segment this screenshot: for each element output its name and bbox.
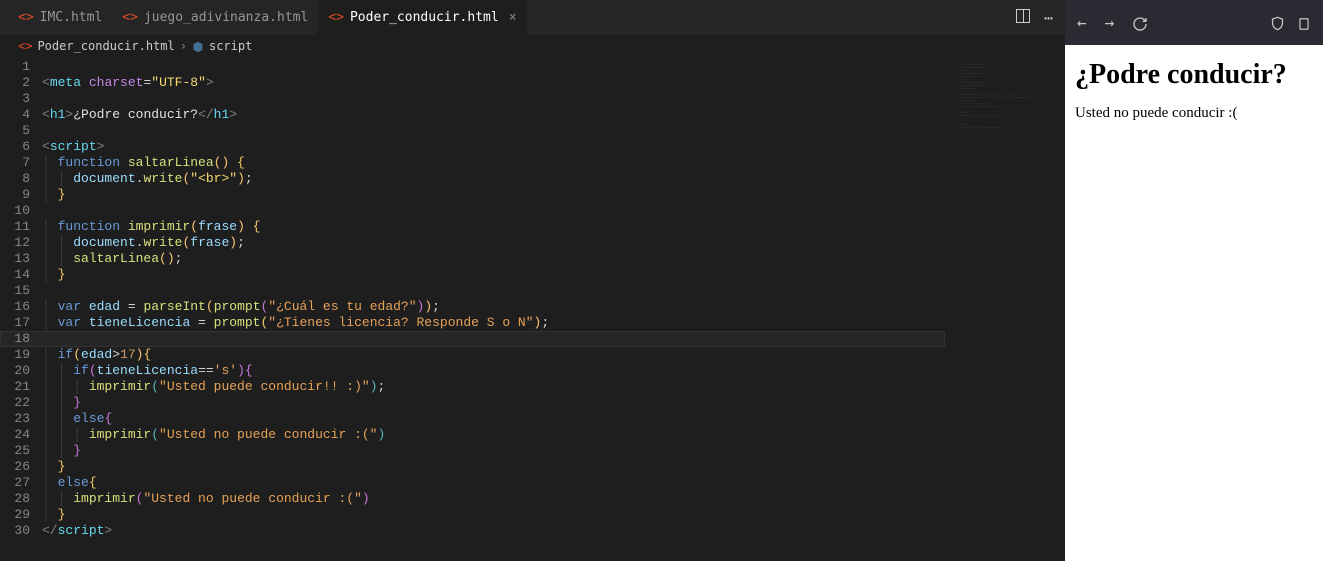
tab-label: IMC.html <box>40 10 103 25</box>
preview-page: ¿Podre conducir? Usted no puede conducir… <box>1065 45 1323 136</box>
html-icon: <> <box>328 10 344 25</box>
preview-body: Usted no puede conducir :( <box>1075 105 1313 122</box>
line-gutter: 1234567891011121314151617181920212223242… <box>0 57 42 561</box>
tab-bar: <> IMC.html <> juego_adivinanza.html <> … <box>0 0 1065 35</box>
back-icon[interactable]: ← <box>1077 13 1087 32</box>
editor-pane: <> IMC.html <> juego_adivinanza.html <> … <box>0 0 1065 561</box>
html-icon: <> <box>18 10 34 25</box>
tab-juego[interactable]: <> juego_adivinanza.html <box>112 0 318 35</box>
minimap[interactable]: <meta charset="UTF-8"><h1>¿Podre conduci… <box>955 57 1065 561</box>
code-content[interactable]: <meta charset="UTF-8"> <h1>¿Podre conduc… <box>42 57 1065 561</box>
html-icon: <> <box>18 39 32 53</box>
breadcrumb-file: Poder_conducir.html <box>37 39 174 53</box>
html-icon: <> <box>122 10 138 25</box>
forward-icon[interactable]: → <box>1105 13 1115 32</box>
preview-heading: ¿Podre conducir? <box>1075 59 1313 91</box>
close-icon[interactable]: × <box>509 10 517 25</box>
browser-toolbar: ← → <box>1065 0 1323 45</box>
tab-actions: ⋯ <box>1016 9 1065 27</box>
page-icon[interactable] <box>1297 13 1311 32</box>
tab-poder-conducir[interactable]: <> Poder_conducir.html × <box>318 0 526 35</box>
tab-label: juego_adivinanza.html <box>144 10 308 25</box>
symbol-icon <box>192 39 204 53</box>
code-area[interactable]: 1234567891011121314151617181920212223242… <box>0 57 1065 561</box>
split-editor-icon[interactable] <box>1016 9 1030 23</box>
tab-label: Poder_conducir.html <box>350 10 499 25</box>
breadcrumb[interactable]: <> Poder_conducir.html › script <box>0 35 1065 57</box>
chevron-right-icon: › <box>180 39 187 53</box>
tab-imc[interactable]: <> IMC.html <box>8 0 112 35</box>
browser-pane: ← → ¿Podre conducir? Usted no puede cond… <box>1065 0 1323 561</box>
more-icon[interactable]: ⋯ <box>1044 9 1053 27</box>
reload-icon[interactable] <box>1132 13 1148 32</box>
breadcrumb-symbol: script <box>209 39 252 53</box>
shield-icon[interactable] <box>1270 13 1285 32</box>
